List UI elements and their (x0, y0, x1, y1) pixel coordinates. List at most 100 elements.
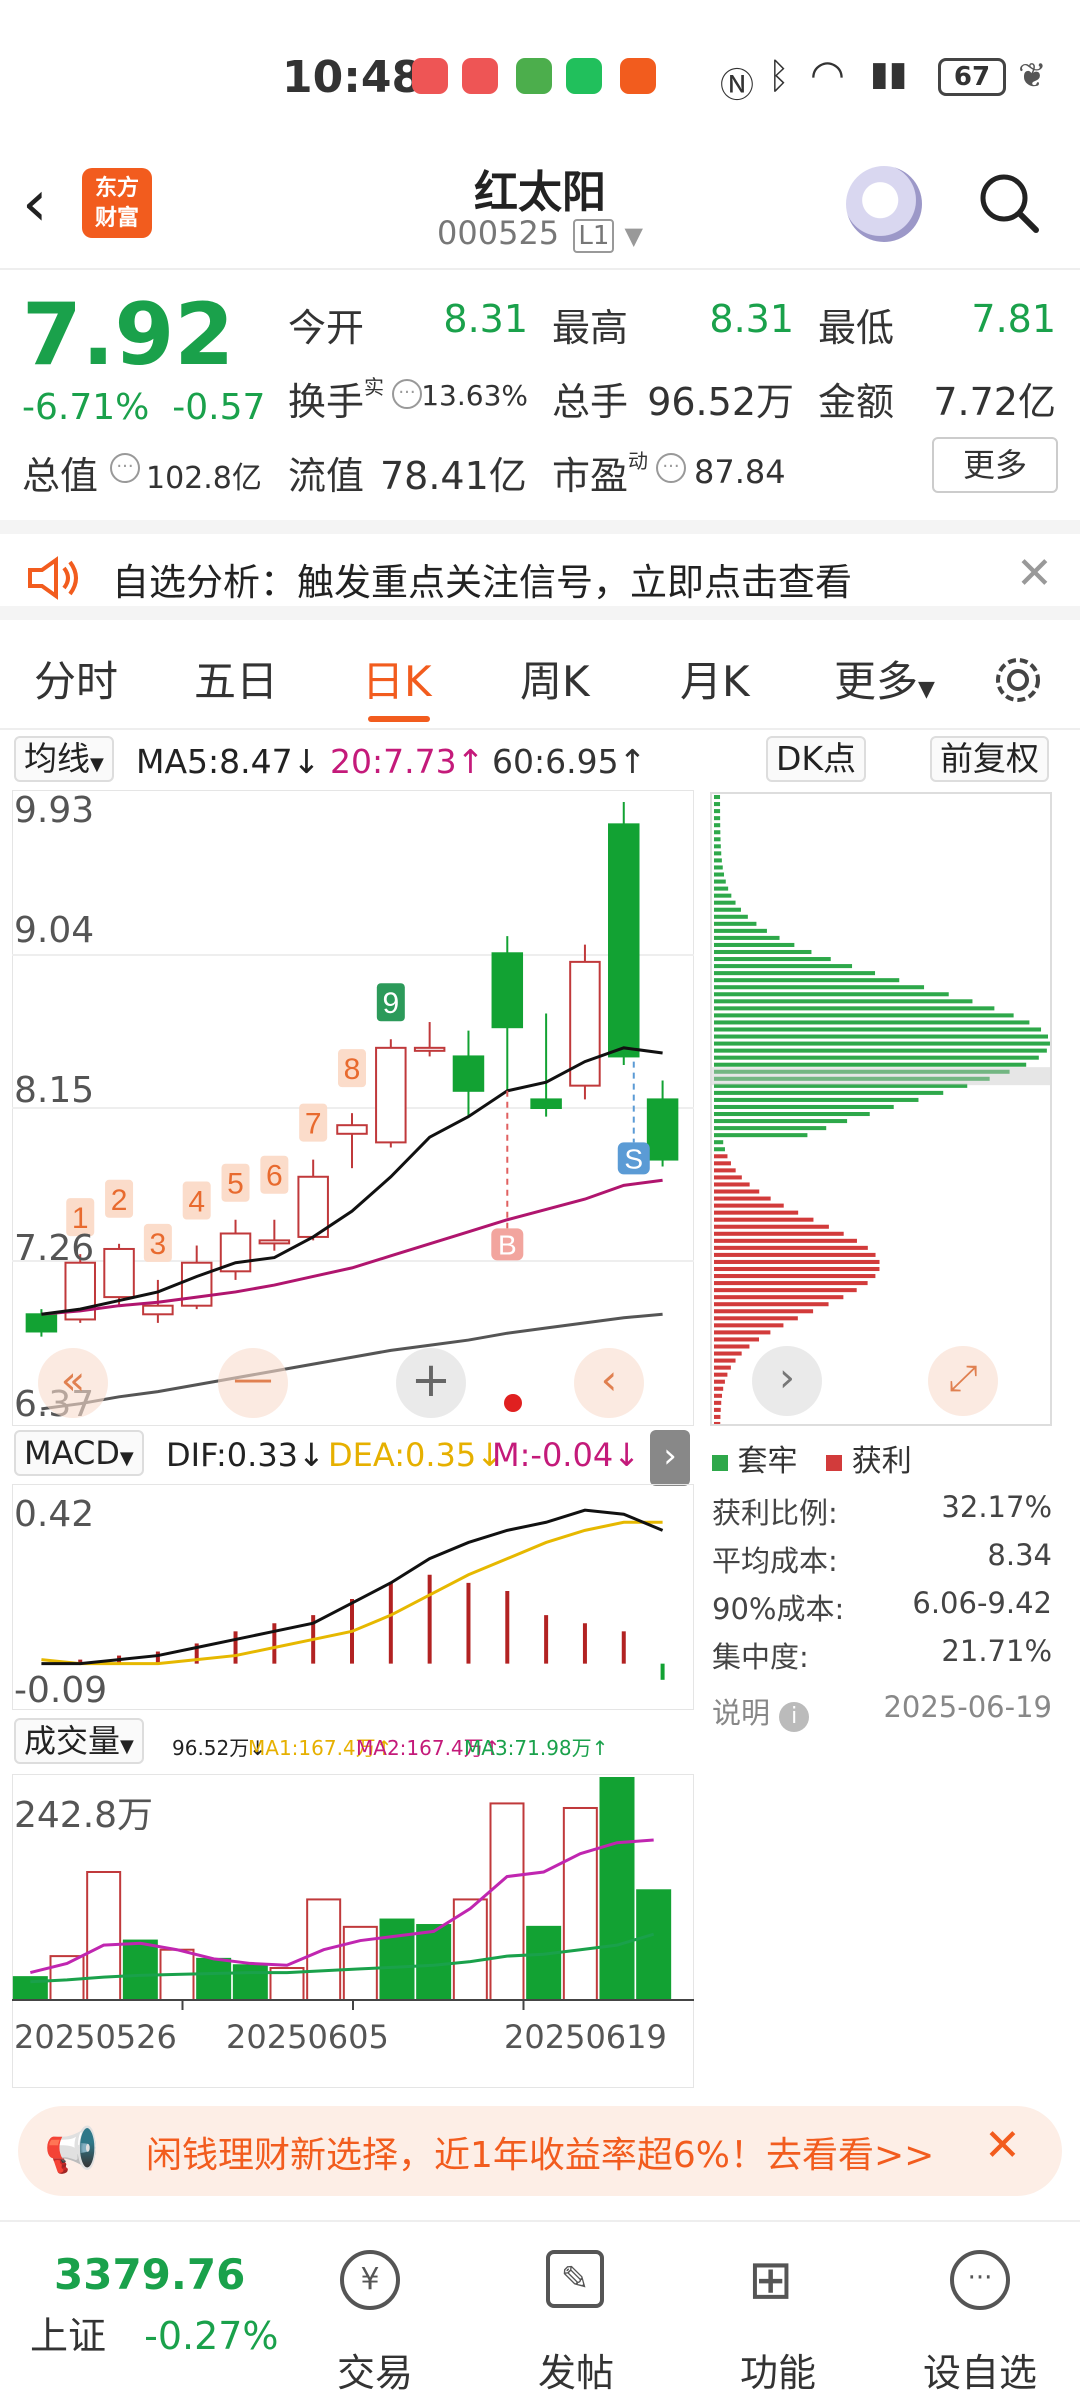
chip-bar (714, 1259, 880, 1264)
adjust-selector[interactable]: 前复权 (930, 736, 1049, 782)
candle-body (608, 823, 640, 1058)
trade-icon[interactable]: ¥ (340, 2250, 400, 2310)
candle-body (297, 1175, 329, 1238)
chip-bar (714, 1055, 1039, 1060)
chip-bar (714, 1154, 728, 1159)
tab-more[interactable]: 更多▼ (834, 648, 935, 709)
signal-marker-number: 5 (227, 1168, 244, 1201)
info-icon[interactable]: ··· (392, 379, 422, 409)
status-bar: 10:48 Ⓝ ᛒ ◠ ▮▮ 67 ❦ (0, 0, 1080, 150)
chip-bar (714, 1414, 721, 1419)
mcap-label: 总值 (22, 454, 99, 498)
tab-more-label: 更多 (834, 657, 919, 706)
candle-body (452, 1055, 485, 1092)
footer-post[interactable]: 发帖 (506, 2342, 646, 2397)
search-icon[interactable] (978, 172, 1040, 234)
info-icon[interactable]: ··· (656, 453, 686, 483)
macd-selector[interactable]: MACD▼ (14, 1430, 144, 1476)
gear-icon[interactable] (990, 652, 1046, 708)
chart-frame (12, 1484, 694, 1710)
y-label: 9.04 (14, 910, 95, 951)
note-link[interactable]: 说明 (712, 1696, 770, 1730)
step-left-button[interactable]: ‹ (574, 1348, 644, 1418)
analysis-banner[interactable]: 自选分析：触发重点关注信号，立即点击查看 ✕ (0, 520, 1080, 620)
info-icon[interactable]: ··· (110, 453, 140, 483)
index-widget[interactable]: 3379.76 上证 -0.27% (30, 2250, 290, 2360)
signal-marker-number: 7 (305, 1108, 322, 1141)
scroll-left-button[interactable]: « (38, 1348, 108, 1418)
close-icon[interactable]: ✕ (984, 2120, 1021, 2171)
promo-banner[interactable]: 📢 闲钱理财新选择，近1年收益率超6%！去看看>> ✕ (18, 2106, 1062, 2196)
chip-bar (714, 1161, 731, 1166)
more-quote-button[interactable]: 更多 (932, 437, 1058, 493)
chip-bar (714, 1104, 894, 1109)
chip-bar (714, 1126, 827, 1131)
info-icon[interactable]: i (779, 1702, 810, 1732)
candle-body (258, 1239, 291, 1245)
chip-bar (714, 1344, 750, 1349)
chip-distribution-chart[interactable] (710, 792, 1052, 1426)
chip-bar (714, 1189, 760, 1194)
legend-profit: 获利 (851, 1444, 912, 1479)
dk-point-selector[interactable]: DK点 (766, 736, 867, 782)
chip-bar (714, 1020, 1030, 1025)
chip-stat-row: 平均成本: 8.34 (712, 1538, 1052, 1586)
chip-bar (714, 1196, 771, 1201)
signal-marker-number: 2 (111, 1184, 128, 1217)
chip-bar (714, 1238, 857, 1243)
tab-intraday[interactable]: 分时 (34, 648, 118, 709)
zoom-in-button[interactable]: + (396, 1348, 466, 1418)
tab-daily-k[interactable]: 日K (362, 648, 432, 709)
vol-ma3: MA3:71.98万↑ (464, 1736, 609, 1760)
y-label: 8.15 (14, 1070, 95, 1111)
tab-five-day[interactable]: 五日 (194, 648, 278, 709)
close-icon[interactable]: ✕ (1016, 548, 1053, 599)
volume-selector[interactable]: 成交量▼ (14, 1718, 144, 1764)
chip-bar (714, 837, 721, 842)
stat-value: 32.17% (941, 1490, 1052, 1524)
chip-bar (714, 1337, 760, 1342)
chip-bar (714, 1393, 723, 1398)
chevron-down-icon: ▼ (90, 754, 104, 775)
candle-body (413, 1046, 446, 1052)
zoom-out-button[interactable]: — (218, 1348, 288, 1418)
expand-icon[interactable]: ⤢ (928, 1346, 998, 1416)
signal-marker-number: 4 (188, 1186, 205, 1219)
ma-selector[interactable]: 均线▼ (14, 736, 114, 782)
chip-bar (714, 1400, 722, 1405)
more-dots-icon[interactable]: ··· (950, 2250, 1010, 2310)
chip-bar (714, 1133, 808, 1138)
volume-selector-label: 成交量 (24, 1722, 121, 1760)
kline-chart[interactable]: 12345 6789BS (12, 790, 694, 1426)
footer-functions[interactable]: 功能 (708, 2342, 848, 2397)
chip-bar (714, 1006, 995, 1011)
post-icon[interactable]: ✎ (546, 2250, 604, 2308)
chip-bar (714, 886, 729, 891)
tab-weekly-k[interactable]: 周K (520, 648, 590, 709)
macd-chart[interactable] (12, 1484, 694, 1710)
volume-bar (526, 1925, 562, 2001)
amount-value: 7.72亿 (933, 380, 1056, 424)
chip-bar (714, 971, 876, 976)
stock-code: 000525 (437, 214, 560, 252)
candle-body (646, 1098, 679, 1161)
volume-bar (379, 1918, 415, 2001)
kline-series: 12345 6789BS (25, 802, 679, 1411)
next-indicator-button[interactable]: › (650, 1430, 690, 1486)
chip-next-button[interactable]: › (752, 1346, 822, 1416)
footer-add-watchlist[interactable]: 设自选 (910, 2342, 1050, 2397)
chip-bar (714, 1034, 1048, 1039)
quote-panel: 7.92 -6.71% -0.57 今开 8.31 最高 8.31 最低 7.8… (0, 275, 1080, 515)
stock-detail-screen: 10:48 Ⓝ ᛒ ◠ ▮▮ 67 ❦ ‹ 东方 财富 红太阳 000525 L… (0, 0, 1080, 2400)
ma-selector-label: 均线 (24, 739, 90, 778)
chip-date: 2025-06-19 (883, 1690, 1052, 1724)
dif-value: DIF:0.33↓ (166, 1436, 325, 1474)
grid-icon[interactable]: ⊞ (748, 2250, 793, 2310)
assistant-robot-icon[interactable] (846, 166, 922, 242)
buy-sign: B (498, 1229, 517, 1260)
last-price: 7.92 (22, 285, 235, 385)
footer-trade[interactable]: 交易 (305, 2342, 445, 2397)
ma-indicator-row: 均线▼ MA5:8.47↓ 20:7.73↑ 60:6.95↑ DK点 前复权 (0, 736, 1080, 786)
tab-monthly-k[interactable]: 月K (680, 648, 750, 709)
chip-bar (714, 999, 973, 1004)
